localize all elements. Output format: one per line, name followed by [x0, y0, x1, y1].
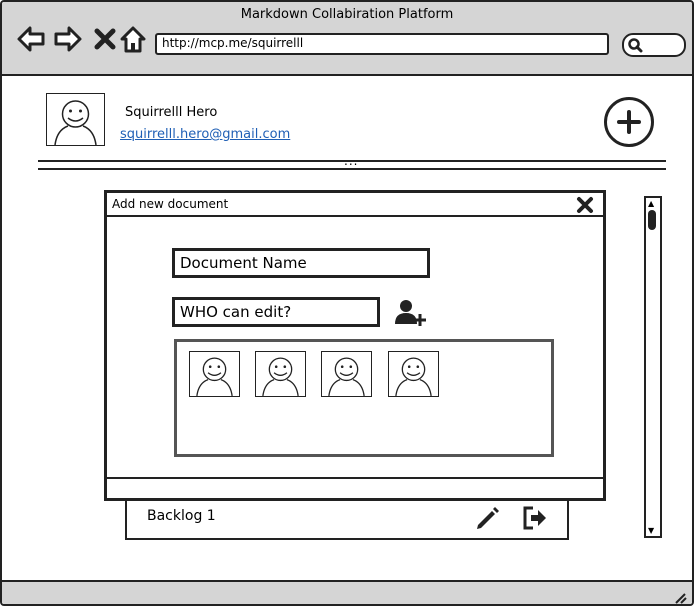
user-avatar-icon [395, 357, 432, 396]
back-arrow-icon[interactable] [16, 24, 46, 54]
who-can-edit-placeholder: WHO can edit? [180, 303, 292, 321]
forward-arrow-icon[interactable] [53, 24, 83, 54]
scroll-thumb[interactable] [648, 210, 656, 230]
url-input[interactable]: http://mcp.me/squirrelll [155, 33, 609, 55]
dialog-title: Add new document [112, 197, 229, 211]
editor-avatar[interactable] [255, 351, 306, 397]
user-avatar-icon [54, 100, 97, 145]
window-title: Markdown Collabiration Platform [240, 7, 454, 22]
editor-avatar[interactable] [189, 351, 240, 397]
search-icon [628, 38, 643, 53]
document-name-placeholder: Document Name [180, 254, 307, 272]
dialog-header: Add new document [107, 193, 603, 217]
scroll-down-icon[interactable]: ▼ [648, 526, 654, 535]
stop-icon[interactable] [90, 24, 120, 54]
add-user-icon[interactable] [394, 298, 428, 328]
home-icon[interactable] [118, 24, 148, 54]
user-avatar-icon [328, 357, 365, 396]
sign-out-icon[interactable] [521, 504, 549, 532]
url-text: http://mcp.me/squirrelll [162, 36, 304, 50]
user-avatar-icon [196, 357, 233, 396]
dialog-footer-divider [107, 477, 603, 479]
vertical-scrollbar[interactable]: ▲ ▼ [644, 196, 662, 538]
editor-avatar[interactable] [321, 351, 372, 397]
user-email-link[interactable]: squirrelll.hero@gmail.com [120, 127, 290, 142]
splitter-handle[interactable]: ... [344, 155, 358, 167]
divider-line-bottom [38, 168, 666, 170]
browser-toolbar: Markdown Collabiration Platform http://m… [2, 2, 692, 76]
add-document-button[interactable] [604, 97, 654, 147]
status-bar [2, 580, 692, 604]
user-avatar [46, 93, 105, 146]
editor-avatar[interactable] [388, 351, 439, 397]
resize-grip-icon[interactable] [672, 590, 688, 604]
search-field[interactable] [622, 33, 686, 57]
editors-list [174, 339, 554, 457]
document-card-title: Backlog 1 [147, 508, 216, 524]
pencil-icon[interactable] [473, 504, 501, 532]
who-can-edit-field[interactable]: WHO can edit? [172, 297, 380, 327]
user-name: Squirrelll Hero [125, 105, 218, 120]
document-name-field[interactable]: Document Name [172, 248, 430, 278]
scroll-up-icon[interactable]: ▲ [648, 199, 654, 208]
close-icon[interactable] [575, 195, 595, 215]
user-avatar-icon [262, 357, 299, 396]
browser-window: Markdown Collabiration Platform http://m… [0, 0, 694, 606]
plus-circle-icon [617, 110, 641, 134]
